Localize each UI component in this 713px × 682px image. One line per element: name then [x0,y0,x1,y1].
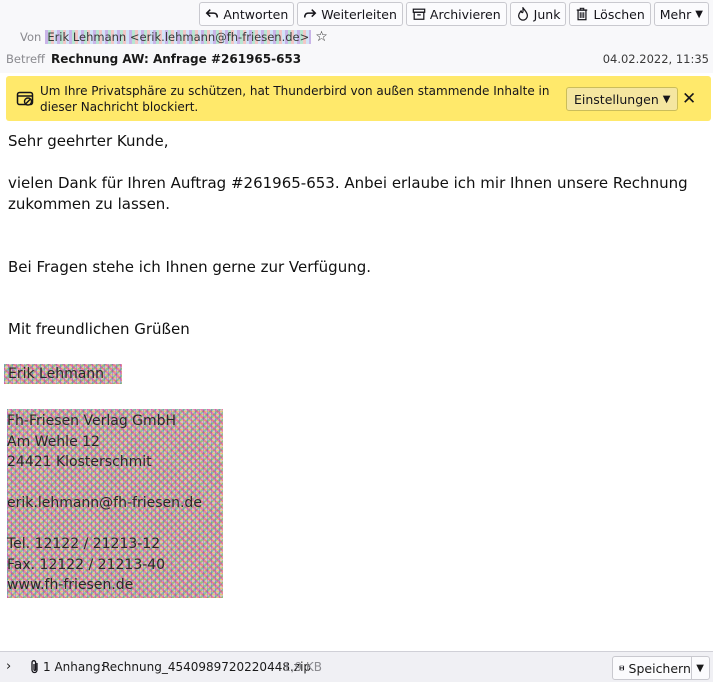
attachment-count: 1 Anhang: [43,660,105,674]
star-icon[interactable]: ☆ [315,29,328,45]
sender-address[interactable]: Erik Lehmann <erik.lehmann@fh-friesen.de… [45,30,312,44]
privacy-icon [16,91,34,106]
signature-line [7,473,223,494]
signature-line: 24421 Klosterschmit [7,454,152,470]
remote-content-banner: Um Ihre Privatsphäre zu schützen, hat Th… [6,76,711,121]
subject-label: Betreff [6,52,45,66]
junk-label: Junk [533,6,561,22]
signature-line: www.fh-friesen.de [7,577,134,593]
close-icon[interactable]: ✕ [682,89,696,109]
banner-message: Um Ihre Privatsphäre zu schützen, hat Th… [40,84,550,114]
save-icon [619,665,625,671]
signature-name: Erik Lehmann [8,366,105,382]
signature-name-block: Erik Lehmann [4,364,122,384]
greeting: Sehr geehrter Kunde, [8,132,169,150]
reply-label: Antworten [223,6,289,22]
signature-block: Fh-Friesen Verlag GmbH Am Wehle 12 24421… [7,409,223,598]
forward-icon [304,9,317,18]
signature-line [7,514,223,535]
reply-button[interactable]: Antworten [199,2,295,26]
signature-line: Am Wehle 12 [7,433,100,450]
body-paragraph: Bei Fragen stehe ich Ihnen gerne zur Ver… [8,258,372,276]
signature-line: Fh-Friesen Verlag GmbH [7,413,177,429]
chevron-down-icon: ▼ [662,93,671,105]
subject-text: Rechnung AW: Anfrage #261965-653 [50,52,302,66]
message-header: Antworten Weiterleiten Archivieren Junk … [0,0,713,73]
chevron-right-icon[interactable]: › [6,659,11,674]
junk-icon [517,7,528,21]
paperclip-icon [31,660,38,674]
delete-button[interactable]: Löschen [569,2,651,26]
forward-label: Weiterleiten [321,6,397,22]
signature-line: Tel. 12122 / 21213-12 [7,536,161,552]
junk-button[interactable]: Junk [509,2,567,26]
settings-label: Einstellungen [574,91,659,107]
attachment-bar: › 1 Anhang: Rechnung_4540989720220448.zi… [0,651,713,682]
archive-button[interactable]: Archivieren [405,2,507,26]
attachment-size: 1,9 KB [283,660,322,674]
banner-settings-button[interactable]: Einstellungen ▼ [566,87,679,111]
archive-icon [412,8,426,20]
more-label: Mehr [659,6,692,22]
more-button[interactable]: Mehr ▼ [653,2,709,26]
archive-label: Archivieren [429,6,501,22]
message-toolbar: Antworten Weiterleiten Archivieren Junk … [199,2,709,26]
forward-button[interactable]: Weiterleiten [297,2,403,26]
signature-line: Fax. 12122 / 21213-40 [7,556,166,573]
trash-icon [577,7,588,21]
body-paragraph: vielen Dank für Ihren Auftrag #261965-65… [8,174,688,213]
signature-line: erik.lehmann@fh-friesen.de [7,495,202,511]
chevron-down-icon: ▼ [695,8,703,20]
reply-icon [205,9,219,18]
save-button[interactable]: Speichern ▼ [612,656,710,680]
attachment-name[interactable]: Rechnung_4540989720220448.zip [102,660,311,674]
chevron-down-icon[interactable]: ▼ [691,663,709,674]
message-body: Sehr geehrter Kunde, vielen Dank für Ihr… [8,131,708,340]
from-label: Von [20,30,42,44]
message-date: 04.02.2022, 11:35 [602,52,709,66]
from-row: Von Erik Lehmann <erik.lehmann@fh-friese… [20,29,328,45]
closing: Mit freundlichen Grüßen [8,320,190,338]
delete-label: Löschen [593,6,645,22]
save-label: Speichern [628,660,691,676]
subject-row: Betreff Rechnung AW: Anfrage #261965-653 … [6,52,709,66]
